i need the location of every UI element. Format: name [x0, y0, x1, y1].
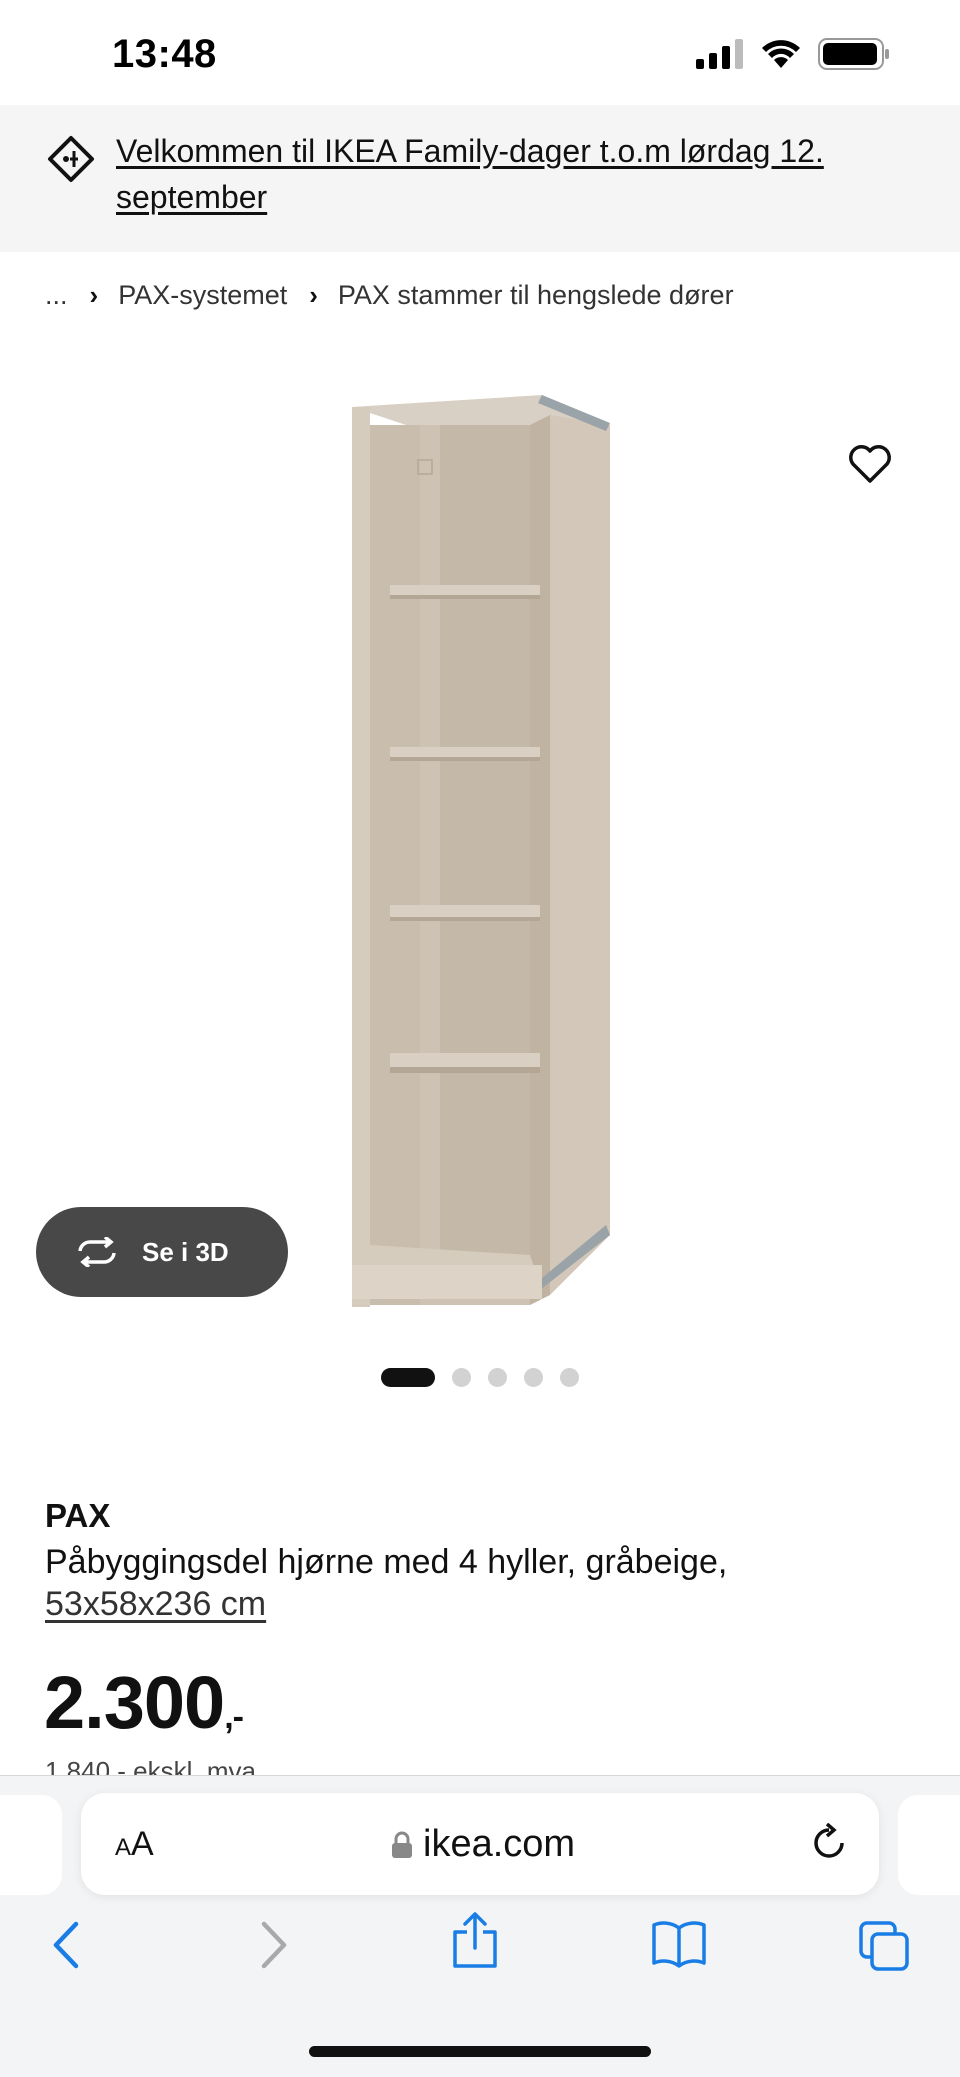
text-size-button[interactable]: AA [115, 1825, 154, 1864]
reload-icon[interactable] [809, 1823, 849, 1863]
status-icons [696, 38, 890, 70]
status-time: 13:48 [112, 32, 217, 76]
price-suffix: ,- [224, 1698, 244, 1736]
product-image[interactable] [330, 385, 630, 1315]
breadcrumb: ... › PAX-systemet › PAX stammer til hen… [45, 280, 734, 311]
share-icon[interactable] [451, 1912, 499, 1970]
lock-icon [392, 1831, 412, 1858]
rotate-icon [78, 1237, 116, 1267]
next-tab-preview[interactable] [898, 1795, 960, 1895]
product-dimensions-link[interactable]: 53x58x236 cm [45, 1585, 266, 1624]
battery-icon [818, 38, 889, 70]
chevron-right-icon: › [309, 280, 318, 310]
chevron-right-icon[interactable] [256, 1920, 292, 1970]
book-icon[interactable] [651, 1920, 707, 1968]
price-main: 2.300 [44, 1661, 225, 1744]
gallery-dot-4[interactable] [524, 1368, 543, 1387]
signal-icon [696, 39, 743, 69]
chevron-right-icon: › [89, 280, 99, 310]
home-indicator[interactable] [309, 2046, 651, 2057]
breadcrumb-ellipsis[interactable]: ... [45, 280, 68, 311]
product-price: 2.300,- [44, 1660, 244, 1745]
gallery-pagination [381, 1368, 579, 1387]
product-brand: PAX [45, 1497, 111, 1534]
status-bar: 13:48 [0, 0, 960, 105]
wifi-icon [762, 40, 800, 68]
gallery-dot-1[interactable] [381, 1368, 435, 1387]
gallery-dot-2[interactable] [452, 1368, 471, 1387]
breadcrumb-item-pax-frames[interactable]: PAX stammer til hengslede dører [338, 280, 734, 311]
heart-icon [849, 445, 891, 483]
product-description: Påbyggingsdel hjørne med 4 hyller, gråbe… [45, 1543, 728, 1581]
address-bar[interactable]: AA ikea.com [81, 1793, 879, 1895]
browser-toolbar [0, 1912, 960, 1980]
tag-icon [48, 136, 94, 182]
tabs-icon[interactable] [858, 1920, 910, 1972]
view-3d-button[interactable]: Se i 3D [36, 1207, 288, 1297]
gallery-dot-5[interactable] [560, 1368, 579, 1387]
url-domain[interactable]: ikea.com [391, 1823, 575, 1866]
breadcrumb-item-pax-system[interactable]: PAX-systemet [118, 280, 287, 311]
gallery-dot-3[interactable] [488, 1368, 507, 1387]
chevron-left-icon[interactable] [48, 1920, 84, 1970]
view-3d-label: Se i 3D [142, 1236, 229, 1267]
promo-link[interactable]: Velkommen til IKEA Family-dager t.o.m lø… [116, 128, 926, 220]
previous-tab-preview[interactable] [0, 1795, 62, 1895]
favorite-button[interactable] [844, 438, 896, 490]
